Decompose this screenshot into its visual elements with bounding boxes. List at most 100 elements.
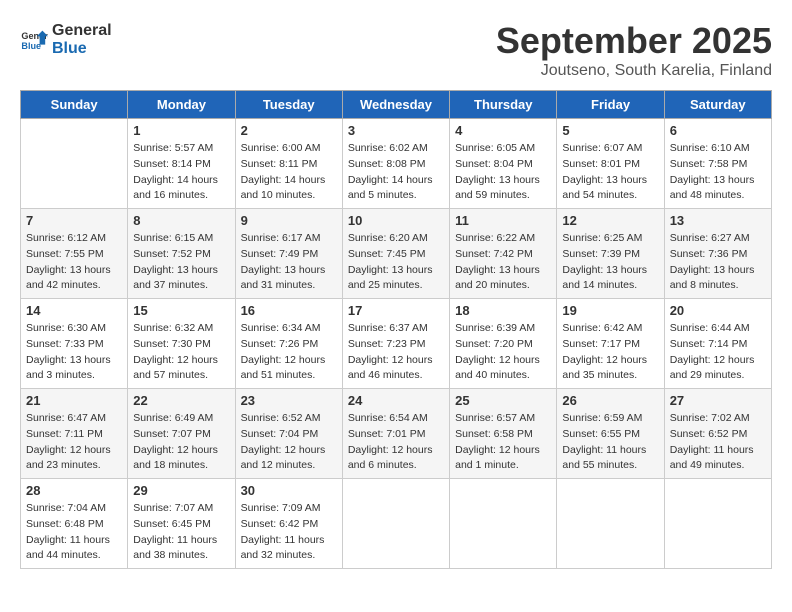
calendar-cell: 24Sunrise: 6:54 AMSunset: 7:01 PMDayligh… [342, 389, 449, 479]
logo: General Blue General Blue [20, 20, 112, 59]
day-number: 10 [348, 213, 444, 228]
day-info: Sunrise: 7:04 AMSunset: 6:48 PMDaylight:… [26, 501, 122, 564]
day-number: 6 [670, 123, 766, 138]
week-row-1: 7 Sunrise: 6:12 AMSunset: 7:55 PMDaylight… [21, 209, 772, 299]
calendar-cell: 16 Sunrise: 6:34 AMSunset: 7:26 PMDayligh… [235, 299, 342, 389]
calendar-cell: 17 Sunrise: 6:37 AMSunset: 7:23 PMDayligh… [342, 299, 449, 389]
day-number: 5 [562, 123, 658, 138]
logo-general: General [52, 22, 112, 40]
header-saturday: Saturday [664, 91, 771, 119]
calendar-cell: 20Sunrise: 6:44 AMSunset: 7:14 PMDayligh… [664, 299, 771, 389]
day-number: 4 [455, 123, 551, 138]
svg-text:Blue: Blue [21, 41, 41, 51]
calendar-cell: 13 Sunrise: 6:27 AMSunset: 7:36 PMDayligh… [664, 209, 771, 299]
day-info: Sunrise: 6:17 AMSunset: 7:49 PMDaylight:… [241, 231, 337, 294]
day-number: 11 [455, 213, 551, 228]
day-number: 1 [133, 123, 229, 138]
calendar-cell: 29 Sunrise: 7:07 AMSunset: 6:45 PMDayligh… [128, 479, 235, 569]
week-row-4: 28 Sunrise: 7:04 AMSunset: 6:48 PMDayligh… [21, 479, 772, 569]
calendar-cell: 9 Sunrise: 6:17 AMSunset: 7:49 PMDaylight… [235, 209, 342, 299]
day-number: 27 [670, 393, 766, 408]
calendar-cell: 30Sunrise: 7:09 AMSunset: 6:42 PMDayligh… [235, 479, 342, 569]
day-info: Sunrise: 6:20 AMSunset: 7:45 PMDaylight:… [348, 231, 444, 294]
header-monday: Monday [128, 91, 235, 119]
day-info: Sunrise: 6:44 AMSunset: 7:14 PMDaylight:… [670, 321, 766, 384]
calendar-cell: 22Sunrise: 6:49 AMSunset: 7:07 PMDayligh… [128, 389, 235, 479]
day-info: Sunrise: 6:07 AMSunset: 8:01 PMDaylight:… [562, 141, 658, 204]
day-info: Sunrise: 6:47 AMSunset: 7:11 PMDaylight:… [26, 411, 122, 474]
calendar-cell: 23 Sunrise: 6:52 AMSunset: 7:04 PMDayligh… [235, 389, 342, 479]
header-thursday: Thursday [450, 91, 557, 119]
day-info: Sunrise: 6:22 AMSunset: 7:42 PMDaylight:… [455, 231, 551, 294]
day-info: Sunrise: 5:57 AMSunset: 8:14 PMDaylight:… [133, 141, 229, 204]
calendar-cell: 2 Sunrise: 6:00 AMSunset: 8:11 PMDaylight… [235, 119, 342, 209]
day-number: 23 [241, 393, 337, 408]
calendar-cell [21, 119, 128, 209]
day-info: Sunrise: 6:30 AMSunset: 7:33 PMDaylight:… [26, 321, 122, 384]
day-number: 16 [241, 303, 337, 318]
calendar-cell: 12Sunrise: 6:25 AMSunset: 7:39 PMDayligh… [557, 209, 664, 299]
header-tuesday: Tuesday [235, 91, 342, 119]
day-info: Sunrise: 6:54 AMSunset: 7:01 PMDaylight:… [348, 411, 444, 474]
day-info: Sunrise: 7:07 AMSunset: 6:45 PMDaylight:… [133, 501, 229, 564]
calendar-cell: 11 Sunrise: 6:22 AMSunset: 7:42 PMDayligh… [450, 209, 557, 299]
day-number: 15 [133, 303, 229, 318]
header-wednesday: Wednesday [342, 91, 449, 119]
location-title: Joutseno, South Karelia, Finland [496, 62, 772, 80]
logo-icon: General Blue [20, 25, 48, 53]
calendar-cell: 19Sunrise: 6:42 AMSunset: 7:17 PMDayligh… [557, 299, 664, 389]
day-info: Sunrise: 6:59 AMSunset: 6:55 PMDaylight:… [562, 411, 658, 474]
day-number: 28 [26, 483, 122, 498]
calendar-cell: 3 Sunrise: 6:02 AMSunset: 8:08 PMDaylight… [342, 119, 449, 209]
day-info: Sunrise: 6:12 AMSunset: 7:55 PMDaylight:… [26, 231, 122, 294]
calendar-cell: 6 Sunrise: 6:10 AMSunset: 7:58 PMDaylight… [664, 119, 771, 209]
header-friday: Friday [557, 91, 664, 119]
day-info: Sunrise: 6:05 AMSunset: 8:04 PMDaylight:… [455, 141, 551, 204]
calendar-cell: 7 Sunrise: 6:12 AMSunset: 7:55 PMDaylight… [21, 209, 128, 299]
day-number: 25 [455, 393, 551, 408]
week-row-0: 1 Sunrise: 5:57 AMSunset: 8:14 PMDaylight… [21, 119, 772, 209]
day-info: Sunrise: 6:15 AMSunset: 7:52 PMDaylight:… [133, 231, 229, 294]
calendar-cell [450, 479, 557, 569]
day-number: 29 [133, 483, 229, 498]
day-number: 12 [562, 213, 658, 228]
day-info: Sunrise: 6:57 AMSunset: 6:58 PMDaylight:… [455, 411, 551, 474]
day-number: 2 [241, 123, 337, 138]
day-number: 3 [348, 123, 444, 138]
calendar-cell: 25 Sunrise: 6:57 AMSunset: 6:58 PMDayligh… [450, 389, 557, 479]
day-info: Sunrise: 6:34 AMSunset: 7:26 PMDaylight:… [241, 321, 337, 384]
day-info: Sunrise: 6:37 AMSunset: 7:23 PMDaylight:… [348, 321, 444, 384]
day-number: 14 [26, 303, 122, 318]
calendar-cell: 14 Sunrise: 6:30 AMSunset: 7:33 PMDayligh… [21, 299, 128, 389]
day-info: Sunrise: 6:10 AMSunset: 7:58 PMDaylight:… [670, 141, 766, 204]
calendar-cell: 1 Sunrise: 5:57 AMSunset: 8:14 PMDaylight… [128, 119, 235, 209]
day-number: 22 [133, 393, 229, 408]
day-info: Sunrise: 6:52 AMSunset: 7:04 PMDaylight:… [241, 411, 337, 474]
day-info: Sunrise: 6:39 AMSunset: 7:20 PMDaylight:… [455, 321, 551, 384]
day-number: 26 [562, 393, 658, 408]
calendar-cell: 21Sunrise: 6:47 AMSunset: 7:11 PMDayligh… [21, 389, 128, 479]
day-number: 7 [26, 213, 122, 228]
calendar-cell: 18 Sunrise: 6:39 AMSunset: 7:20 PMDayligh… [450, 299, 557, 389]
week-row-2: 14 Sunrise: 6:30 AMSunset: 7:33 PMDayligh… [21, 299, 772, 389]
month-title: September 2025 [496, 20, 772, 62]
day-info: Sunrise: 6:00 AMSunset: 8:11 PMDaylight:… [241, 141, 337, 204]
day-info: Sunrise: 6:02 AMSunset: 8:08 PMDaylight:… [348, 141, 444, 204]
header-sunday: Sunday [21, 91, 128, 119]
calendar-cell: 10 Sunrise: 6:20 AMSunset: 7:45 PMDayligh… [342, 209, 449, 299]
calendar-cell [342, 479, 449, 569]
calendar-cell: 27Sunrise: 7:02 AMSunset: 6:52 PMDayligh… [664, 389, 771, 479]
day-info: Sunrise: 6:27 AMSunset: 7:36 PMDaylight:… [670, 231, 766, 294]
day-number: 17 [348, 303, 444, 318]
title-area: September 2025 Joutseno, South Karelia, … [496, 20, 772, 80]
day-number: 9 [241, 213, 337, 228]
week-row-3: 21Sunrise: 6:47 AMSunset: 7:11 PMDayligh… [21, 389, 772, 479]
day-number: 19 [562, 303, 658, 318]
day-number: 18 [455, 303, 551, 318]
calendar-cell: 26 Sunrise: 6:59 AMSunset: 6:55 PMDayligh… [557, 389, 664, 479]
day-info: Sunrise: 7:09 AMSunset: 6:42 PMDaylight:… [241, 501, 337, 564]
calendar-table: SundayMondayTuesdayWednesdayThursdayFrid… [20, 90, 772, 569]
day-number: 13 [670, 213, 766, 228]
calendar-cell: 8Sunrise: 6:15 AMSunset: 7:52 PMDaylight… [128, 209, 235, 299]
logo-blue: Blue [52, 40, 112, 58]
